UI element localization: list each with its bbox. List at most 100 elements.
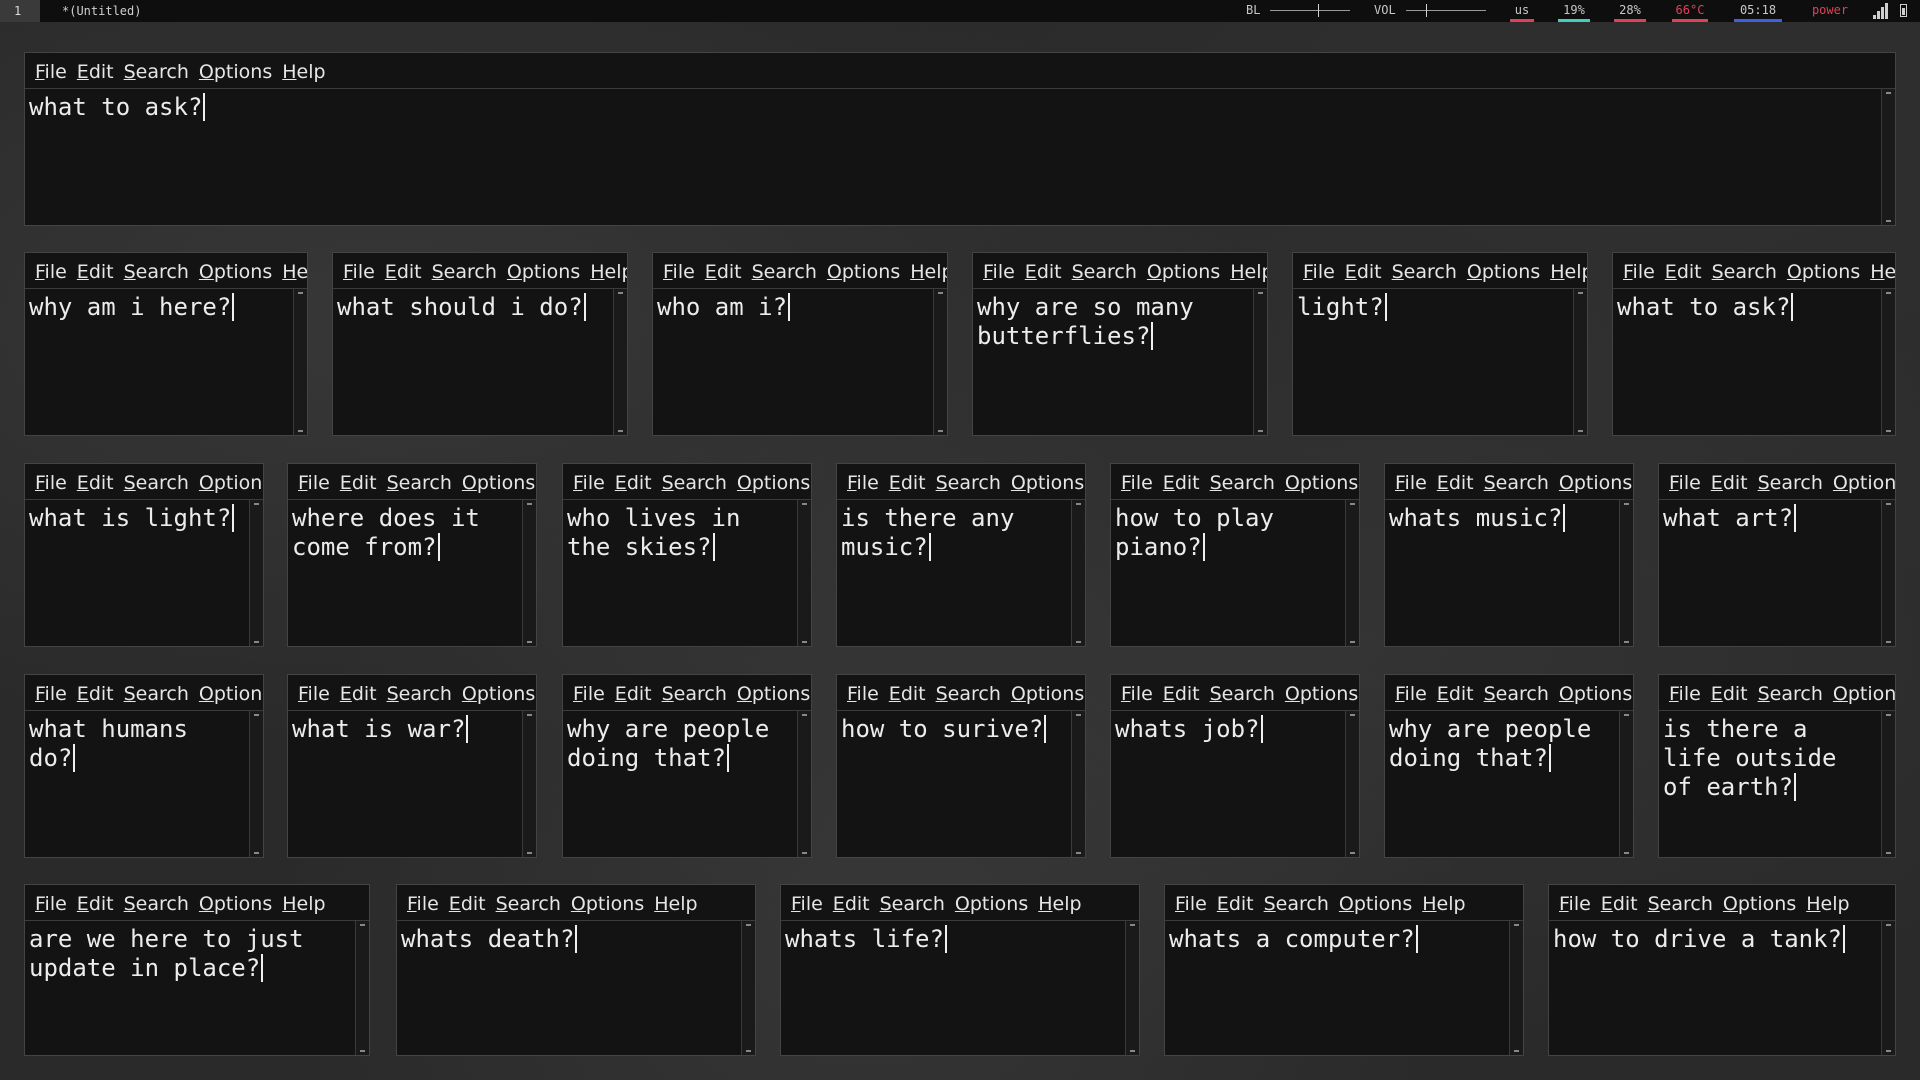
menu-help[interactable]: Help [654,893,697,915]
menu-options[interactable]: Options [507,261,580,283]
vertical-scrollbar[interactable] [1253,289,1267,435]
editor-window[interactable]: FileEditSearchOptionsHelphow to play pia… [1110,463,1360,647]
menu-options[interactable]: Options [1285,472,1358,494]
editor-window[interactable]: FileEditSearchOptionsHelpwhats music? [1384,463,1634,647]
menu-edit[interactable]: Edit [1711,472,1748,494]
text-area[interactable]: how to surive? [837,711,1071,857]
vertical-scrollbar[interactable] [1509,921,1523,1055]
menu-options[interactable]: Options [1011,683,1084,705]
menu-options[interactable]: Options [1787,261,1860,283]
menu-search[interactable]: Search [1392,261,1457,283]
editor-window[interactable]: FileEditSearchOptionsHelpwhat humans do? [24,674,264,858]
vertical-scrollbar[interactable] [1573,289,1587,435]
editor-window[interactable]: File Edit Search Options Help whats life? [780,884,1140,1056]
menu-help[interactable]: Help [1806,893,1849,915]
menu-search[interactable]: Search [752,261,817,283]
menu-search[interactable]: Search [936,683,1001,705]
menu-edit[interactable]: Edit [1601,893,1638,915]
menu-file[interactable]: File [573,683,605,705]
menu-options[interactable]: Options [1467,261,1540,283]
menu-edit[interactable]: Edit [449,893,486,915]
menu-edit[interactable]: Edit [77,893,114,915]
editor-window[interactable]: FileEditSearchOptionsHelpis there any mu… [836,463,1086,647]
vertical-scrollbar[interactable] [1619,500,1633,646]
text-area[interactable]: why are people doing that? [563,711,797,857]
menu-file[interactable]: File [35,893,67,915]
editor-window[interactable]: File Edit Search Options Help what to ask? [24,52,1896,226]
menu-edit[interactable]: Edit [340,472,377,494]
editor-window[interactable]: File Edit Search Options Help why am i here? [24,252,308,436]
menu-edit[interactable]: Edit [1163,683,1200,705]
text-area[interactable]: who am i? [653,289,933,435]
menu-help[interactable]: Help [1550,261,1587,283]
text-area[interactable]: how to drive a tank? [1549,921,1881,1055]
editor-window[interactable]: FileEditSearchOptionsHelpwhat art? [1658,463,1896,647]
vertical-scrollbar[interactable] [1619,711,1633,857]
menu-edit[interactable]: Edit [1437,472,1474,494]
vertical-scrollbar[interactable] [293,289,307,435]
menu-options[interactable]: Options [1833,472,1895,494]
vertical-scrollbar[interactable] [1881,500,1895,646]
editor-window[interactable]: File Edit Search Options Help who am i? [652,252,948,436]
menu-file[interactable]: File [35,261,67,283]
text-area[interactable]: what to ask? [25,89,1881,225]
menu-edit[interactable]: Edit [1711,683,1748,705]
menu-help[interactable]: Help [1870,261,1895,283]
text-area[interactable]: why are so many butterflies? [973,289,1253,435]
vertical-scrollbar[interactable] [797,711,811,857]
text-area[interactable]: what should i do? [333,289,613,435]
menu-file[interactable]: File [1303,261,1335,283]
menu-search[interactable]: Search [124,472,189,494]
backlight-knob[interactable] [1318,4,1319,17]
menu-search[interactable]: Search [662,683,727,705]
workspace-indicator[interactable]: 1 [0,0,40,22]
text-area[interactable]: how to play piano? [1111,500,1345,646]
menu-edit[interactable]: Edit [889,683,926,705]
menu-edit[interactable]: Edit [1025,261,1062,283]
menu-search[interactable]: Search [662,472,727,494]
menu-file[interactable]: File [663,261,695,283]
text-area[interactable]: what is war? [288,711,522,857]
editor-window[interactable]: FileEditSearchOptionsHelphow to surive? [836,674,1086,858]
text-area[interactable]: whats life? [781,921,1125,1055]
text-area[interactable]: where does it come from? [288,500,522,646]
menu-file[interactable]: File [1669,472,1701,494]
text-area[interactable]: what is light? [25,500,249,646]
vertical-scrollbar[interactable] [797,500,811,646]
menu-options[interactable]: Options [199,683,263,705]
power-menu[interactable]: power [1808,0,1852,22]
menu-search[interactable]: Search [1712,261,1777,283]
editor-window[interactable]: FileEditSearchOptionsHelpwhere does it c… [287,463,537,647]
menu-file[interactable]: File [35,61,67,83]
text-area[interactable]: what art? [1659,500,1881,646]
menu-search[interactable]: Search [1484,472,1549,494]
volume-slider[interactable] [1406,4,1486,17]
menu-options[interactable]: Options [955,893,1028,915]
menu-options[interactable]: Options [1723,893,1796,915]
menu-options[interactable]: Options [1011,472,1084,494]
menu-search[interactable]: Search [1210,472,1275,494]
menu-options[interactable]: Options [737,472,810,494]
menu-edit[interactable]: Edit [1217,893,1254,915]
menu-options[interactable]: Options [737,683,810,705]
backlight-slider[interactable] [1270,4,1350,17]
menu-search[interactable]: Search [880,893,945,915]
text-area[interactable]: what to ask? [1613,289,1881,435]
vertical-scrollbar[interactable] [1345,500,1359,646]
vertical-scrollbar[interactable] [1125,921,1139,1055]
menu-search[interactable]: Search [124,61,189,83]
menu-options[interactable]: Options [199,893,272,915]
menu-search[interactable]: Search [1758,683,1823,705]
editor-window[interactable]: FileEditSearchOptionsHelpis there a life… [1658,674,1896,858]
menu-edit[interactable]: Edit [1437,683,1474,705]
editor-window[interactable]: FileEditSearchOptionsHelpwhat is light? [24,463,264,647]
menu-edit[interactable]: Edit [340,683,377,705]
menu-file[interactable]: File [573,472,605,494]
text-area[interactable]: why am i here? [25,289,293,435]
menu-options[interactable]: Options [827,261,900,283]
editor-window[interactable]: FileEditSearchOptionsHelpwhy are people … [562,674,812,858]
menu-search[interactable]: Search [124,893,189,915]
menu-file[interactable]: File [1559,893,1591,915]
text-area[interactable]: light? [1293,289,1573,435]
editor-window[interactable]: FileEditSearchOptionsHelpwhats job? [1110,674,1360,858]
